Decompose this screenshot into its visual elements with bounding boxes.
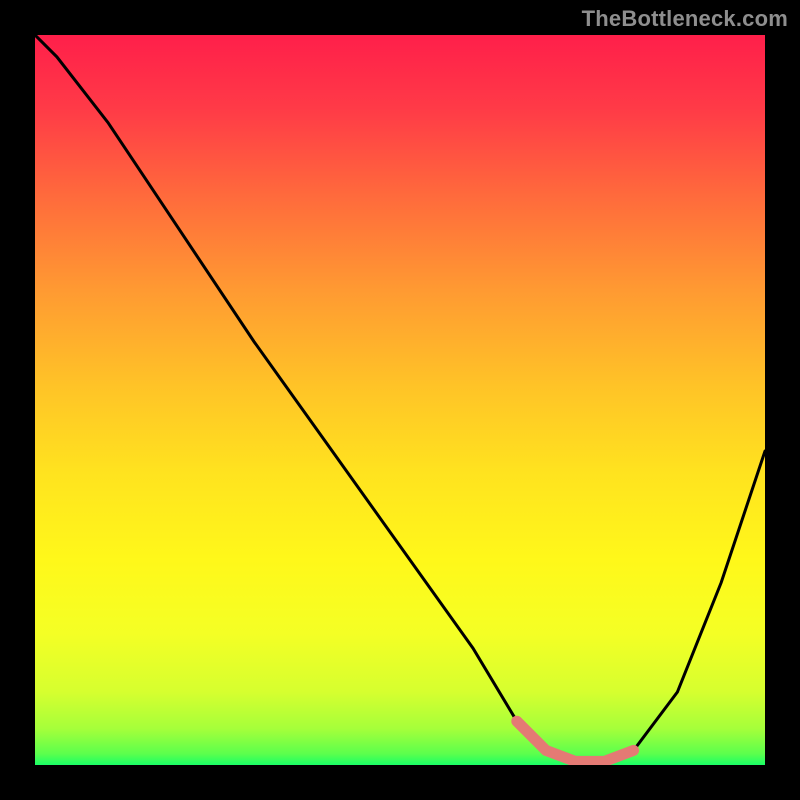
gradient-background xyxy=(35,35,765,765)
bottleneck-plot xyxy=(35,35,765,765)
watermark: TheBottleneck.com xyxy=(582,6,788,32)
chart-frame: TheBottleneck.com xyxy=(0,0,800,800)
plot-svg xyxy=(35,35,765,765)
